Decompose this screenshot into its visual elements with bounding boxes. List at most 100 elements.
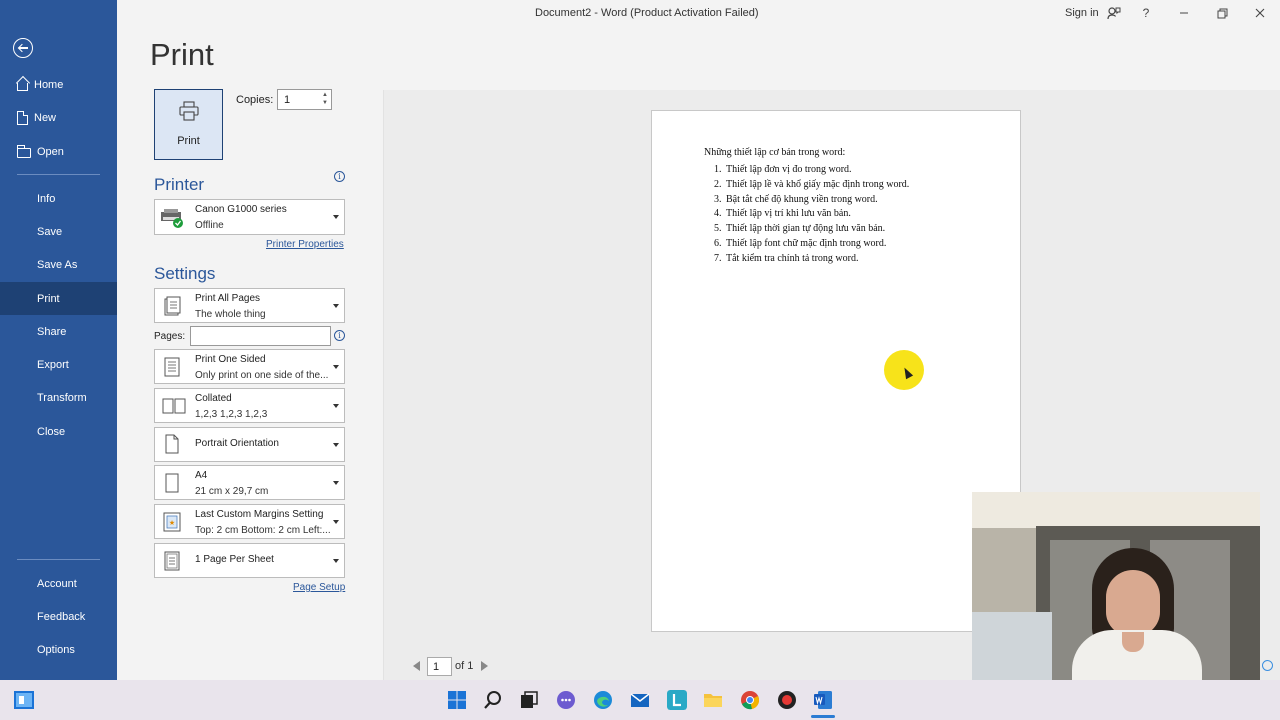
- list-item: 2. Thiết lập lề và khổ giấy mặc định tron…: [714, 178, 910, 190]
- orientation-dropdown[interactable]: Portrait Orientation: [154, 427, 345, 462]
- back-arrow-icon[interactable]: [13, 38, 33, 58]
- window-title: Document2 - Word (Product Activation Fai…: [535, 7, 759, 19]
- task-view-icon[interactable]: [519, 690, 539, 710]
- start-icon[interactable]: [447, 690, 467, 710]
- nav-info[interactable]: Info: [0, 182, 117, 215]
- chevron-down-icon: [333, 443, 339, 447]
- backstage-nav: Home New Open Info Save Save As Print Sh…: [0, 0, 117, 680]
- nav-export[interactable]: Export: [0, 348, 117, 381]
- nav-options-label: Options: [37, 643, 75, 656]
- list-item: 4. Thiết lập vị trí khi lưu văn bản.: [714, 208, 851, 220]
- document-list: 1. Thiết lập đơn vị đo trong word. 2. Thiế…: [714, 164, 910, 268]
- list-item: 6. Thiết lập font chữ mặc định trong word…: [714, 237, 887, 249]
- printer-heading: Printer: [154, 175, 205, 194]
- page-count: of 1: [455, 660, 474, 672]
- sign-in-link[interactable]: Sign in: [1065, 7, 1099, 19]
- print-button[interactable]: Print: [154, 89, 223, 160]
- printer-status: Offline: [195, 220, 224, 231]
- pages-icon: [164, 296, 181, 316]
- nav-options[interactable]: Options: [0, 633, 117, 666]
- chrome-icon[interactable]: [740, 690, 760, 710]
- setting-line2: Top: 2 cm Bottom: 2 cm Left:...: [195, 525, 331, 536]
- info-icon[interactable]: i: [334, 330, 345, 341]
- setting-line1: Print All Pages: [195, 293, 261, 304]
- chat-icon[interactable]: [556, 690, 576, 710]
- info-icon[interactable]: i: [334, 171, 345, 182]
- nav-home-label: Home: [34, 78, 64, 91]
- chevron-down-icon: [333, 304, 339, 308]
- nav-open-label: Open: [37, 145, 64, 158]
- nav-account[interactable]: Account: [0, 567, 117, 600]
- nav-open[interactable]: Open: [0, 135, 117, 168]
- setting-line2: 21 cm x 29,7 cm: [195, 486, 269, 497]
- preview-page: Những thiết lập cơ bản trong word: 1. Thi…: [651, 110, 1021, 632]
- copies-input[interactable]: 1 ▲ ▼: [277, 89, 332, 110]
- file-explorer-icon[interactable]: [703, 690, 723, 710]
- widgets-icon[interactable]: [14, 691, 34, 709]
- one-sided-icon: [164, 357, 180, 377]
- screen-recorder-icon[interactable]: [777, 690, 797, 710]
- nav-new[interactable]: New: [0, 101, 117, 134]
- svg-text:★: ★: [169, 519, 175, 527]
- copies-spinner[interactable]: ▲ ▼: [322, 91, 328, 107]
- mail-icon[interactable]: [630, 690, 650, 710]
- nav-account-label: Account: [37, 577, 77, 590]
- margins-dropdown[interactable]: ★ Last Custom Margins Setting Top: 2 cm …: [154, 504, 345, 539]
- word-app-icon[interactable]: [813, 690, 833, 710]
- setting-line1: Last Custom Margins Setting: [195, 509, 324, 520]
- margins-icon: ★: [163, 512, 181, 532]
- copies-label: Copies:: [236, 94, 274, 106]
- nav-feedback-label: Feedback: [37, 610, 86, 623]
- edge-browser-icon[interactable]: [593, 690, 613, 710]
- nav-close[interactable]: Close: [0, 415, 117, 448]
- nav-share[interactable]: Share: [0, 315, 117, 348]
- nav-home[interactable]: Home: [0, 68, 117, 101]
- printer-properties-link[interactable]: Printer Properties: [266, 239, 344, 250]
- page-setup-link[interactable]: Page Setup: [293, 582, 345, 593]
- portrait-page-icon: [165, 434, 179, 454]
- setting-line2: Only print on one side of the...: [195, 370, 329, 381]
- restore-icon[interactable]: [1215, 6, 1229, 20]
- nav-divider: [17, 174, 100, 175]
- paper-size-dropdown[interactable]: A4 21 cm x 29,7 cm: [154, 465, 345, 500]
- settings-heading: Settings: [154, 264, 216, 283]
- lingoes-app-icon[interactable]: [667, 690, 687, 710]
- current-page-input[interactable]: 1: [427, 657, 452, 676]
- nav-save[interactable]: Save: [0, 215, 117, 248]
- print-range-dropdown[interactable]: Print All Pages The whole thing: [154, 288, 345, 323]
- help-icon[interactable]: ?: [1139, 6, 1153, 20]
- nav-close-label: Close: [37, 425, 66, 438]
- sides-dropdown[interactable]: Print One Sided Only print on one side o…: [154, 349, 345, 384]
- pages-per-sheet-dropdown[interactable]: 1 Page Per Sheet: [154, 543, 345, 578]
- move-handle-icon[interactable]: [1262, 660, 1273, 671]
- minimize-icon[interactable]: [1177, 6, 1191, 20]
- active-app-indicator: [811, 715, 835, 718]
- nav-feedback[interactable]: Feedback: [0, 600, 117, 633]
- setting-line1: Print One Sided: [195, 354, 266, 365]
- pages-input[interactable]: [190, 326, 331, 346]
- nav-print[interactable]: Print: [0, 282, 117, 315]
- list-item: 7. Tắt kiểm tra chính tả trong word.: [714, 252, 859, 264]
- chevron-down-icon: [333, 559, 339, 563]
- nav-info-label: Info: [37, 192, 56, 205]
- next-page-icon[interactable]: [481, 661, 488, 671]
- print-button-label: Print: [177, 135, 200, 147]
- previous-page-icon[interactable]: [413, 661, 420, 671]
- feedback-person-icon[interactable]: [1107, 6, 1121, 20]
- nav-export-label: Export: [37, 358, 69, 371]
- close-icon[interactable]: [1253, 6, 1267, 20]
- nav-save-as[interactable]: Save As: [0, 248, 117, 281]
- nav-share-label: Share: [37, 325, 67, 338]
- document-heading: Những thiết lập cơ bản trong word:: [704, 147, 846, 158]
- nav-save-label: Save: [37, 225, 63, 238]
- collation-dropdown[interactable]: Collated 1,2,3 1,2,3 1,2,3: [154, 388, 345, 423]
- setting-line2: 1,2,3 1,2,3 1,2,3: [195, 409, 268, 420]
- search-icon[interactable]: [483, 690, 503, 710]
- paper-size-icon: [165, 473, 179, 493]
- printer-icon: [179, 101, 199, 121]
- printer-dropdown[interactable]: Canon G1000 series Offline: [154, 199, 345, 235]
- nav-transform[interactable]: Transform: [0, 381, 117, 414]
- home-icon: [17, 83, 28, 91]
- chevron-down-icon: [333, 404, 339, 408]
- list-item: 3. Bật tắt chế độ khung viền trong word.: [714, 193, 878, 205]
